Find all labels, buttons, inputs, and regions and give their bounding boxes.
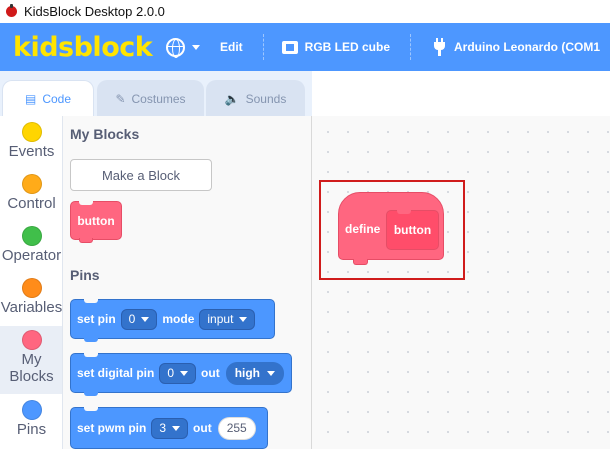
chevron-down-icon	[191, 44, 200, 50]
mode-label: mode	[162, 312, 195, 326]
chevron-down-icon	[141, 316, 150, 322]
pwm-pin-value: 3	[159, 421, 167, 435]
variables-color-dot	[21, 278, 42, 298]
globe-icon	[165, 37, 185, 58]
category-label: Pins	[16, 421, 47, 438]
tab-sounds-label: Sounds	[245, 91, 287, 106]
category-events[interactable]: Events	[0, 122, 62, 160]
set-digital-label: set digital pin	[77, 366, 155, 380]
category-variables[interactable]: Variables	[0, 278, 63, 316]
tab-costumes[interactable]: ✎ Costumes	[97, 80, 204, 116]
pwm-value-input[interactable]: 255	[217, 416, 256, 440]
category-control[interactable]: Control	[0, 174, 62, 212]
level-dropdown[interactable]: high	[225, 361, 285, 385]
set-pwm-label: set pwm pin	[77, 421, 147, 435]
kidsblock-logo[interactable]: kidsblock	[13, 32, 154, 63]
mode-value: input	[207, 312, 234, 326]
digital-pin-dropdown[interactable]: 0	[159, 362, 197, 384]
pwm-pin-dropdown[interactable]: 3	[151, 417, 189, 439]
set-pin-label: set pin	[77, 312, 116, 326]
category-label: Operator	[1, 247, 62, 264]
language-menu[interactable]	[154, 23, 210, 71]
category-pins[interactable]: Pins	[0, 400, 62, 438]
define-label: define	[345, 222, 381, 236]
category-label: My Blocks	[9, 351, 54, 385]
define-block-name[interactable]: button	[386, 210, 439, 250]
set-pin-mode-block[interactable]: set pin 0 mode input	[70, 299, 275, 342]
digital-pin-value: 0	[167, 366, 175, 380]
usb-plug-icon	[433, 38, 446, 56]
menu-bar: kidsblock Edit RGB LED cube Arduino Leon…	[0, 23, 610, 71]
tab-costumes-label: Costumes	[131, 91, 186, 106]
set-pwm-pin-block[interactable]: set pwm pin 3 out 255	[70, 407, 268, 449]
ladybug-app-icon	[6, 4, 17, 17]
code-icon: ▤	[24, 91, 37, 106]
chevron-down-icon	[180, 370, 189, 376]
out-label: out	[201, 366, 220, 380]
chevron-down-icon	[172, 425, 181, 431]
tab-code[interactable]: ▤ Code	[2, 80, 94, 116]
chip-icon	[281, 40, 298, 54]
board-menu-label: Arduino Leonardo (COM1	[454, 40, 600, 54]
category-menu: Events Control Operator Variables My Blo…	[0, 116, 63, 449]
mode-dropdown[interactable]: input	[199, 308, 256, 330]
my-blocks-color-dot	[21, 330, 42, 350]
category-my-blocks[interactable]: My Blocks	[0, 326, 62, 394]
chevron-down-icon	[239, 316, 248, 322]
edit-menu-label: Edit	[219, 40, 243, 54]
category-label: Control	[7, 195, 56, 212]
tab-sounds[interactable]: 🔈 Sounds	[206, 80, 305, 116]
chevron-down-icon	[267, 370, 276, 376]
pin-value: 0	[128, 312, 136, 326]
pin-dropdown[interactable]: 0	[120, 308, 158, 330]
speaker-icon: 🔈	[224, 91, 240, 106]
board-connection-menu[interactable]: Arduino Leonardo (COM1	[411, 23, 610, 71]
tab-code-label: Code	[42, 91, 72, 106]
pins-heading: Pins	[70, 267, 100, 283]
control-color-dot	[21, 174, 42, 194]
pins-color-dot	[21, 400, 42, 420]
category-label: Events	[8, 143, 55, 160]
custom-block-button[interactable]: button	[70, 201, 122, 243]
title-bar: KidsBlock Desktop 2.0.0	[0, 0, 610, 23]
custom-block-label: button	[77, 213, 115, 228]
category-label: Variables	[0, 299, 63, 316]
device-menu[interactable]: RGB LED cube	[264, 23, 410, 71]
my-blocks-heading: My Blocks	[70, 126, 140, 142]
window-title: KidsBlock Desktop 2.0.0	[24, 4, 165, 19]
level-value: high	[234, 366, 261, 380]
set-digital-pin-block[interactable]: set digital pin 0 out high	[70, 353, 292, 396]
code-workspace[interactable]	[312, 116, 610, 449]
device-menu-label: RGB LED cube	[304, 40, 390, 54]
block-palette: My Blocks Make a Block button Pins set p…	[63, 116, 312, 449]
category-operator[interactable]: Operator	[0, 226, 62, 264]
pwm-out-label: out	[193, 421, 212, 435]
make-a-block-button[interactable]: Make a Block	[70, 159, 212, 191]
operator-color-dot	[21, 226, 42, 246]
events-color-dot	[21, 122, 42, 142]
define-block[interactable]: define button	[338, 192, 444, 265]
brush-icon: ✎	[115, 91, 126, 106]
edit-menu[interactable]: Edit	[210, 23, 263, 71]
